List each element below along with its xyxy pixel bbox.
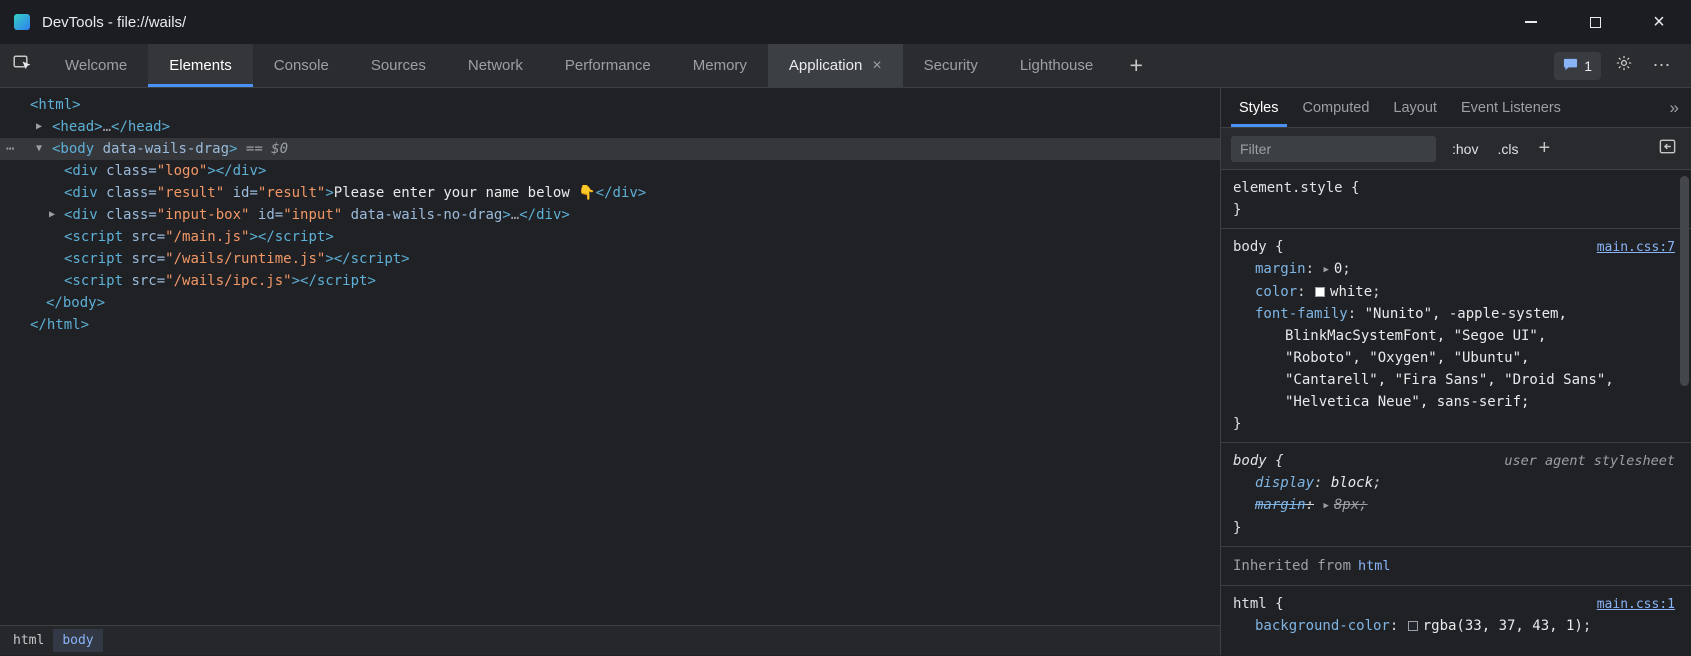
breadcrumb: html body <box>0 625 1220 655</box>
tab-welcome[interactable]: Welcome <box>44 44 148 87</box>
styles-rule-list: element.style { } body { main.css:7 marg… <box>1221 170 1691 655</box>
feedback-badge[interactable]: 1 <box>1554 52 1601 80</box>
rule-close-line: } <box>1233 199 1691 221</box>
rule-header: body { user agent stylesheet <box>1233 450 1691 472</box>
style-rule-html-maincss[interactable]: html { main.css:1 background-color: rgba… <box>1221 586 1691 644</box>
tab-elements[interactable]: Elements <box>148 44 253 87</box>
stylesheet-source-link[interactable]: main.css:7 <box>1597 240 1675 255</box>
tree-node-script-runtime[interactable]: <script src="/wails/runtime.js"></script… <box>0 248 1220 270</box>
stylesheet-source-link[interactable]: main.css:1 <box>1597 597 1675 612</box>
styles-filter-input[interactable] <box>1231 136 1436 162</box>
css-property-continuation: "Roboto", "Oxygen", "Ubuntu", <box>1233 347 1691 369</box>
tree-node-script-main[interactable]: <script src="/main.js"></script> <box>0 226 1220 248</box>
speech-bubble-icon <box>1563 57 1578 75</box>
css-property-row[interactable]: margin: ▶0; <box>1233 258 1691 281</box>
css-property-continuation: BlinkMacSystemFont, "Segoe UI", <box>1233 325 1691 347</box>
overflow-tabs-button[interactable]: » <box>1658 88 1691 127</box>
more-tools-button[interactable]: + <box>1114 44 1158 87</box>
tree-node-body-open[interactable]: ⋯ ▼ <body data-wails-drag> == $0 <box>0 138 1220 160</box>
tree-node-script-ipc[interactable]: <script src="/wails/ipc.js"></script> <box>0 270 1220 292</box>
more-options-icon: ⋯ <box>1653 55 1672 76</box>
tree-node-html-open[interactable]: <html> <box>0 94 1220 116</box>
elements-panel: <html> ▶ <head>…</head> ⋯ ▼ <body data-w… <box>0 88 1221 655</box>
tab-performance[interactable]: Performance <box>544 44 672 87</box>
styles-scrollbar-thumb[interactable] <box>1680 176 1689 386</box>
close-tab-icon[interactable]: × <box>872 57 881 75</box>
disclosure-arrow-icon[interactable]: ▼ <box>36 138 42 160</box>
minimize-button[interactable] <box>1499 0 1563 44</box>
window-controls: × <box>1499 0 1691 44</box>
inspect-element-button[interactable] <box>0 44 44 87</box>
settings-button[interactable] <box>1609 51 1639 81</box>
inspect-cursor-icon <box>12 53 32 78</box>
rule-open-line: element.style { <box>1233 177 1691 199</box>
rule-header: body { main.css:7 <box>1233 236 1691 258</box>
feedback-count: 1 <box>1584 58 1592 74</box>
style-rule-body-user-agent[interactable]: body { user agent stylesheet display: bl… <box>1221 443 1691 547</box>
toggle-hover-state-button[interactable]: :hov <box>1449 141 1481 157</box>
tree-node-div-result[interactable]: <div class="result" id="result">Please e… <box>0 182 1220 204</box>
tab-computed[interactable]: Computed <box>1291 88 1382 127</box>
tab-memory[interactable]: Memory <box>672 44 768 87</box>
title-bar: DevTools - file://wails/ × <box>0 0 1691 44</box>
tab-layout[interactable]: Layout <box>1381 88 1449 127</box>
tree-node-div-logo[interactable]: <div class="logo"></div> <box>0 160 1220 182</box>
toolbar-right-group: 1 ⋯ <box>1554 44 1691 87</box>
dock-sidebar-icon <box>1658 137 1677 161</box>
css-property-row[interactable]: color: white; <box>1233 281 1691 303</box>
tab-styles[interactable]: Styles <box>1227 88 1291 127</box>
rule-close-line: } <box>1233 517 1691 539</box>
tab-network[interactable]: Network <box>447 44 544 87</box>
styles-tab-bar: Styles Computed Layout Event Listeners » <box>1221 88 1691 128</box>
close-icon: × <box>1653 12 1665 32</box>
tab-sources[interactable]: Sources <box>350 44 447 87</box>
css-property-row-overridden[interactable]: margin: ▶8px; <box>1233 494 1691 517</box>
styles-toolbar: :hov .cls + <box>1221 128 1691 170</box>
inherited-from-bar: Inherited from html <box>1221 547 1691 586</box>
more-options-button[interactable]: ⋯ <box>1647 51 1677 81</box>
toggle-element-classes-button[interactable]: .cls <box>1494 141 1521 157</box>
breadcrumb-html[interactable]: html <box>4 629 53 652</box>
css-property-continuation: "Helvetica Neue", sans-serif; <box>1233 391 1691 413</box>
inherited-element-link[interactable]: html <box>1358 558 1391 574</box>
devtools-tab-bar: Welcome Elements Console Sources Network… <box>0 44 1691 88</box>
breadcrumb-body[interactable]: body <box>53 629 102 652</box>
close-button[interactable]: × <box>1627 0 1691 44</box>
sidebar-toggle-button[interactable] <box>1658 137 1681 161</box>
css-property-row[interactable]: display: block; <box>1233 472 1691 494</box>
rule-close-line: } <box>1233 413 1691 435</box>
dom-tree: <html> ▶ <head>…</head> ⋯ ▼ <body data-w… <box>0 88 1220 625</box>
maximize-button[interactable] <box>1563 0 1627 44</box>
styles-sidebar: Styles Computed Layout Event Listeners »… <box>1221 88 1691 655</box>
tab-lighthouse[interactable]: Lighthouse <box>999 44 1114 87</box>
disclosure-arrow-icon[interactable]: ▶ <box>49 204 55 226</box>
tab-console[interactable]: Console <box>253 44 350 87</box>
disclosure-arrow-icon[interactable]: ▶ <box>36 116 42 138</box>
style-rule-element-style[interactable]: element.style { } <box>1221 170 1691 229</box>
tab-event-listeners[interactable]: Event Listeners <box>1449 88 1573 127</box>
maximize-icon <box>1590 17 1601 28</box>
node-overflow-dots-icon[interactable]: ⋯ <box>6 138 14 160</box>
tree-node-head[interactable]: ▶ <head>…</head> <box>0 116 1220 138</box>
user-agent-stylesheet-label: user agent stylesheet <box>1504 450 1675 472</box>
style-rule-body-maincss[interactable]: body { main.css:7 margin: ▶0; color: whi… <box>1221 229 1691 443</box>
rule-header: html { main.css:1 <box>1233 593 1691 615</box>
tab-security[interactable]: Security <box>903 44 999 87</box>
css-property-row[interactable]: background-color: rgba(33, 37, 43, 1); <box>1233 615 1691 637</box>
tree-node-body-close[interactable]: </body> <box>0 292 1220 314</box>
css-property-row[interactable]: font-family: "Nunito", -apple-system, <box>1233 303 1691 325</box>
minimize-icon <box>1525 21 1537 23</box>
tree-node-div-input-box[interactable]: ▶ <div class="input-box" id="input" data… <box>0 204 1220 226</box>
inherited-from-label: Inherited from <box>1233 555 1351 577</box>
new-style-rule-button[interactable]: + <box>1534 137 1554 160</box>
devtools-app-icon <box>14 14 30 30</box>
window-title: DevTools - file://wails/ <box>42 14 186 31</box>
tab-application[interactable]: Application × <box>768 44 903 87</box>
main-content: <html> ▶ <head>…</head> ⋯ ▼ <body data-w… <box>0 88 1691 655</box>
tree-node-html-close[interactable]: </html> <box>0 314 1220 336</box>
css-property-continuation: "Cantarell", "Fira Sans", "Droid Sans", <box>1233 369 1691 391</box>
gear-icon <box>1615 54 1633 77</box>
